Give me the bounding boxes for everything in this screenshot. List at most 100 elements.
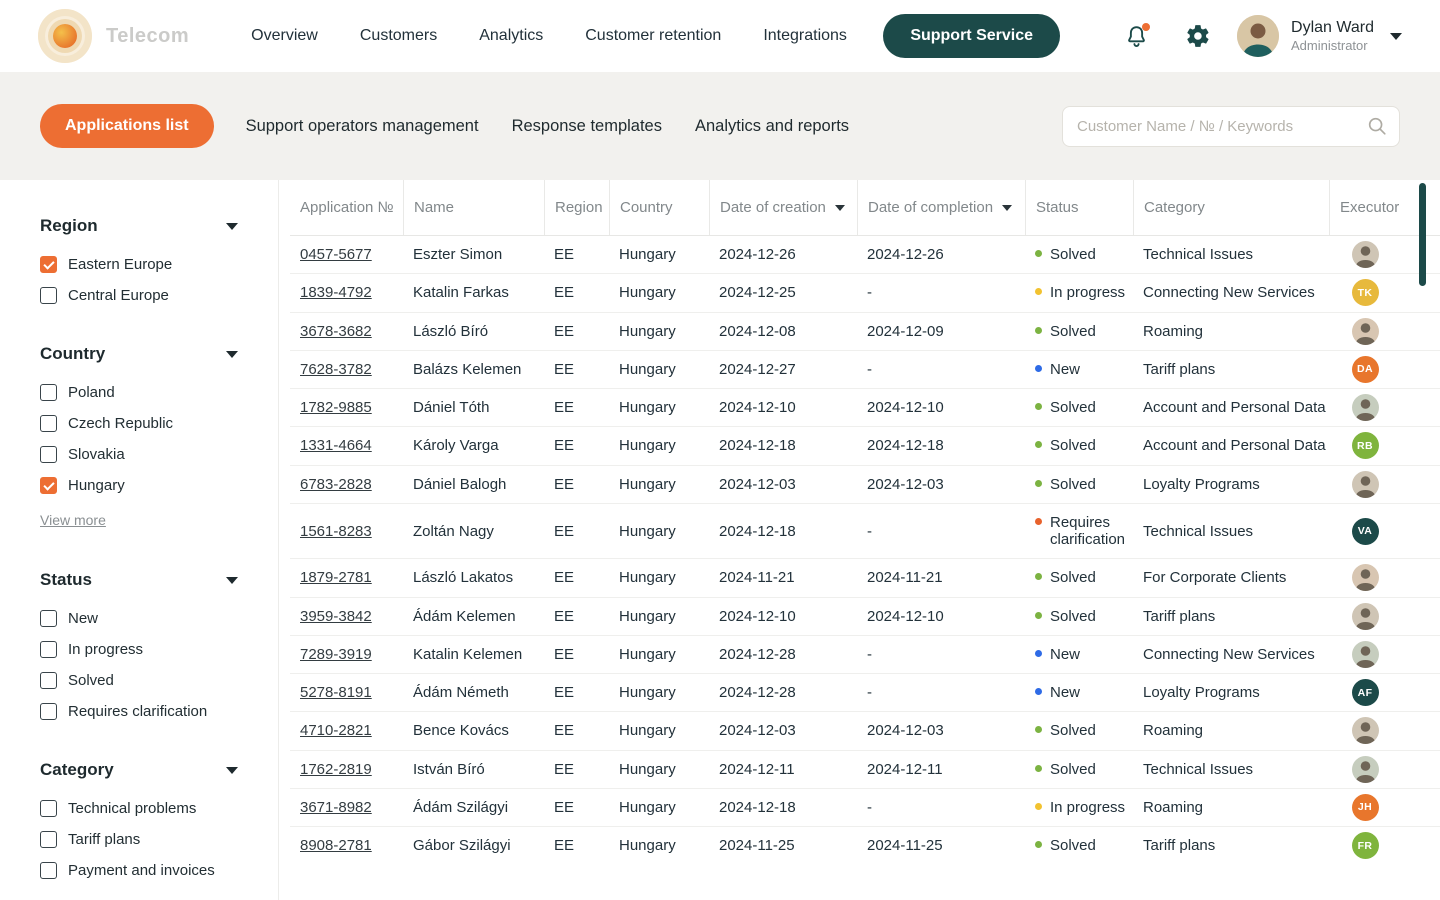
support-service-button[interactable]: Support Service [883, 14, 1060, 58]
application-link[interactable]: 1782-9885 [300, 399, 372, 416]
user-avatar [1237, 15, 1279, 57]
filter-option-label: Technical problems [68, 800, 196, 817]
filter-group-title: Status [40, 570, 92, 590]
filter-option-technical-problems[interactable]: Technical problems [40, 800, 238, 817]
tab-applications-list[interactable]: Applications list [40, 104, 214, 148]
filter-group-header[interactable]: Country [40, 344, 238, 364]
nav-item-overview[interactable]: Overview [251, 27, 318, 45]
filter-option-label: In progress [68, 641, 143, 658]
filter-option-solved[interactable]: Solved [40, 672, 238, 689]
tab-response-templates[interactable]: Response templates [512, 117, 662, 136]
sort-arrow-icon[interactable] [1002, 205, 1012, 211]
application-link[interactable]: 1762-2819 [300, 761, 372, 778]
application-link[interactable]: 1561-8283 [300, 523, 372, 540]
column-header-date-of-completion[interactable]: Date of completion [857, 180, 1025, 235]
filter-option-eastern-europe[interactable]: Eastern Europe [40, 256, 238, 273]
filter-group-header[interactable]: Category [40, 760, 238, 780]
nav-item-customer-retention[interactable]: Customer retention [585, 27, 721, 45]
customer-name-cell: Dániel Tóth [403, 399, 544, 416]
notifications-bell-icon[interactable] [1124, 24, 1149, 49]
customer-name-cell: Ádám Kelemen [403, 608, 544, 625]
tab-support-operators-management[interactable]: Support operators management [246, 117, 479, 136]
country-cell: Hungary [609, 399, 709, 416]
filter-option-label: New [68, 610, 98, 627]
nav-item-integrations[interactable]: Integrations [763, 27, 847, 45]
application-link[interactable]: 7289-3919 [300, 646, 372, 663]
search-icon[interactable] [1366, 115, 1388, 142]
status-cell: Solved [1025, 598, 1133, 635]
filter-option-in-progress[interactable]: In progress [40, 641, 238, 658]
country-cell: Hungary [609, 837, 709, 854]
country-cell: Hungary [609, 799, 709, 816]
application-link[interactable]: 8908-2781 [300, 837, 372, 854]
status-label: Solved [1050, 323, 1096, 340]
executor-cell: RB [1329, 432, 1401, 459]
column-header-date-of-creation[interactable]: Date of creation [709, 180, 857, 235]
executor-avatar [1352, 318, 1379, 345]
filter-option-label: Poland [68, 384, 115, 401]
nav-item-customers[interactable]: Customers [360, 27, 437, 45]
filter-group-region: Region Eastern Europe Central Europe [40, 216, 238, 304]
filter-option-czech-republic[interactable]: Czech Republic [40, 415, 238, 432]
status-cell: Solved [1025, 712, 1133, 749]
executor-avatar [1352, 603, 1379, 630]
filter-group-header[interactable]: Region [40, 216, 238, 236]
status-label: New [1050, 361, 1080, 378]
topbar-icons [1124, 23, 1211, 49]
subnav-tabs: Support operators management Response tem… [246, 117, 849, 136]
scrollbar-thumb[interactable] [1419, 183, 1426, 286]
user-menu[interactable]: Dylan Ward Administrator [1237, 15, 1402, 57]
application-link[interactable]: 1879-2781 [300, 569, 372, 586]
executor-avatar [1352, 241, 1379, 268]
search-input[interactable] [1062, 106, 1400, 147]
filter-option-requires-clarification[interactable]: Requires clarification [40, 703, 238, 720]
creation-date-cell: 2024-12-03 [709, 722, 857, 739]
filter-option-payment-and-invoices[interactable]: Payment and invoices [40, 862, 238, 879]
region-cell: EE [544, 437, 609, 454]
column-header-category: Category [1133, 180, 1329, 235]
status-dot-icon [1035, 365, 1042, 372]
filter-group-header[interactable]: Status [40, 570, 238, 590]
customer-name-cell: Ádám Szilágyi [403, 799, 544, 816]
table-row: 3671-8982 Ádám Szilágyi EE Hungary 2024-… [290, 789, 1440, 827]
status-label: In progress [1050, 799, 1125, 816]
application-link[interactable]: 0457-5677 [300, 246, 372, 263]
application-link[interactable]: 5278-8191 [300, 684, 372, 701]
status-dot-icon [1035, 765, 1042, 772]
application-link[interactable]: 4710-2821 [300, 722, 372, 739]
executor-avatar [1352, 471, 1379, 498]
tab-analytics-and-reports[interactable]: Analytics and reports [695, 117, 849, 136]
filter-option-new[interactable]: New [40, 610, 238, 627]
filter-option-hungary[interactable]: Hungary [40, 477, 238, 494]
application-number-cell: 3671-8982 [290, 799, 403, 816]
category-cell: Tariff plans [1133, 361, 1329, 378]
completion-date-cell: - [857, 799, 1025, 816]
application-link[interactable]: 7628-3782 [300, 361, 372, 378]
customer-name-cell: Balázs Kelemen [403, 361, 544, 378]
application-link[interactable]: 1331-4664 [300, 437, 372, 454]
application-link[interactable]: 3959-3842 [300, 608, 372, 625]
settings-gear-icon[interactable] [1185, 23, 1211, 49]
category-cell: Loyalty Programs [1133, 684, 1329, 701]
nav-item-analytics[interactable]: Analytics [479, 27, 543, 45]
executor-cell [1329, 564, 1401, 591]
application-link[interactable]: 3671-8982 [300, 799, 372, 816]
filter-option-poland[interactable]: Poland [40, 384, 238, 401]
application-link[interactable]: 1839-4792 [300, 284, 372, 301]
table-row: 4710-2821 Bence Kovács EE Hungary 2024-1… [290, 712, 1440, 750]
filter-option-central-europe[interactable]: Central Europe [40, 287, 238, 304]
region-cell: EE [544, 646, 609, 663]
filter-option-tariff-plans[interactable]: Tariff plans [40, 831, 238, 848]
category-cell: Tariff plans [1133, 837, 1329, 854]
filter-group-title: Region [40, 216, 98, 236]
sort-arrow-icon[interactable] [835, 205, 845, 211]
filter-option-slovakia[interactable]: Slovakia [40, 446, 238, 463]
checkbox-icon [40, 703, 57, 720]
brand-logo[interactable]: Telecom [38, 9, 189, 63]
view-more-link[interactable]: View more [40, 512, 106, 528]
executor-cell [1329, 641, 1401, 668]
application-number-cell: 5278-8191 [290, 684, 403, 701]
status-cell: In progress [1025, 789, 1133, 826]
application-link[interactable]: 3678-3682 [300, 323, 372, 340]
application-link[interactable]: 6783-2828 [300, 476, 372, 493]
